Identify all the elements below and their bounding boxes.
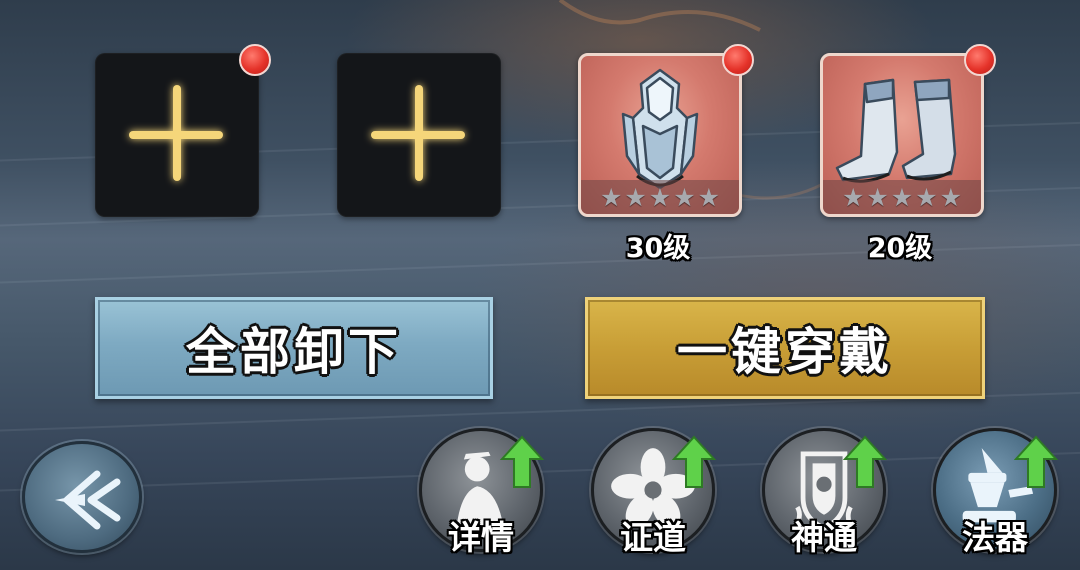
nav-label: 详情 [448,518,514,557]
star-icon: ★ [697,182,721,212]
equipment-slot-2[interactable] [337,53,501,217]
notification-dot [964,44,996,76]
star-icon: ★ [939,182,963,212]
upgrade-arrow-icon [500,435,544,488]
star-icon: ★ [890,182,914,212]
star-rating: ★ ★ ★ ★ ★ [581,180,739,214]
star-icon: ★ [599,182,623,212]
star-icon: ★ [841,182,865,212]
equipment-slot-3[interactable]: ★ ★ ★ ★ ★ [578,53,742,217]
upgrade-arrow-icon [1014,435,1058,488]
back-arrow-icon [55,470,121,530]
star-icon: ★ [915,182,938,212]
item-level-label: 20级 [867,233,933,264]
upgrade-arrow-icon [843,435,887,488]
nav-dao-button[interactable]: 证道 [591,428,716,557]
star-icon: ★ [648,182,672,212]
unequip-all-button[interactable]: 全部卸下 [95,297,493,399]
star-icon: ★ [673,182,696,212]
equipment-slot-1[interactable] [95,53,259,217]
nav-label: 法器 [962,518,1028,557]
equipment-slot-4[interactable]: ★ ★ ★ ★ ★ [820,53,984,217]
item-level-label: 30级 [625,233,691,264]
star-icon: ★ [624,182,647,212]
plus-icon [371,85,465,181]
nav-label: 神通 [791,518,857,557]
back-button[interactable] [22,441,142,553]
nav-abilities-button[interactable]: 神通 [762,428,887,557]
star-icon: ★ [866,182,889,212]
nav-details-button[interactable]: 详情 [419,428,544,557]
nav-artifact-button[interactable]: 法器 [933,428,1058,557]
equip-all-button[interactable]: 一键穿戴 [585,297,985,399]
star-rating: ★ ★ ★ ★ ★ [823,180,981,214]
notification-dot [722,44,754,76]
nav-label: 证道 [620,518,686,557]
plus-icon [129,85,223,181]
notification-dot [239,44,271,76]
upgrade-arrow-icon [672,435,716,488]
